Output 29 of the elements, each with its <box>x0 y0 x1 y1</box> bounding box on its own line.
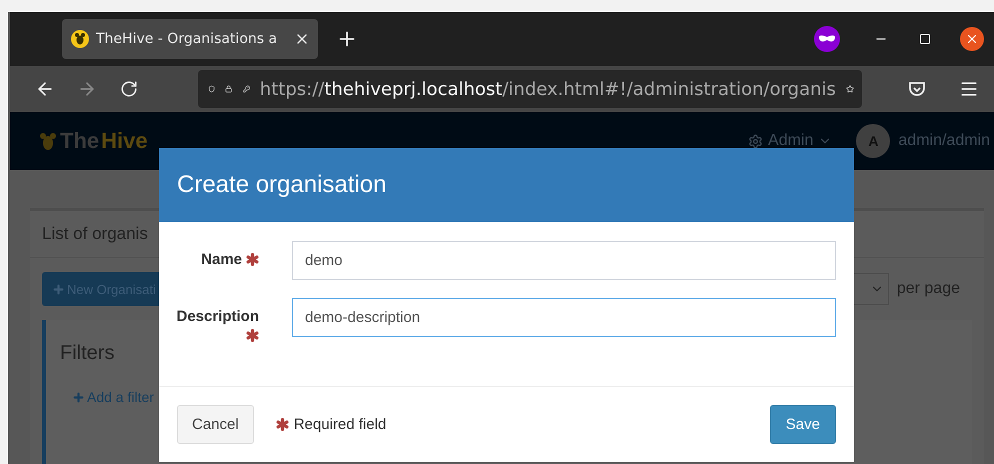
dialog-title: Create organisation <box>159 148 854 222</box>
admin-menu[interactable]: Admin <box>748 132 832 150</box>
required-asterisk-icon <box>246 329 259 342</box>
field-label: Description <box>176 308 259 325</box>
address-bar[interactable]: https://thehiveprj.localhost/index.html#!/administration/organis <box>198 70 862 108</box>
tab-title: TheHive - Organisations a <box>96 31 278 47</box>
mask-icon <box>818 34 836 44</box>
required-asterisk-icon <box>246 253 259 266</box>
text-field[interactable]: demo <box>292 241 836 280</box>
plus-icon <box>72 390 85 404</box>
reload-icon <box>120 80 138 98</box>
per-page-label: per page <box>896 280 960 298</box>
thehive-logo: TheHive <box>38 128 148 154</box>
cancel-button[interactable]: Cancel <box>177 405 254 444</box>
plus-icon <box>52 282 65 296</box>
user-name[interactable]: admin/admin <box>898 132 990 150</box>
url-text: https://thehiveprj.localhost/index.html#!/administration/organis <box>260 78 836 100</box>
required-asterisk-icon <box>276 418 289 431</box>
browser-tab[interactable]: TheHive - Organisations a <box>62 19 318 59</box>
gear-icon <box>748 134 764 148</box>
close-button[interactable] <box>960 27 984 51</box>
maximize-icon <box>919 33 931 45</box>
close-icon <box>965 32 979 46</box>
pocket-icon <box>908 80 926 98</box>
text-field[interactable]: demo-description <box>292 298 836 337</box>
filters-title: Filters <box>60 342 116 365</box>
save-button[interactable]: Save <box>770 405 836 444</box>
required-field-note: Required field <box>294 416 386 433</box>
bee-icon <box>70 29 90 49</box>
